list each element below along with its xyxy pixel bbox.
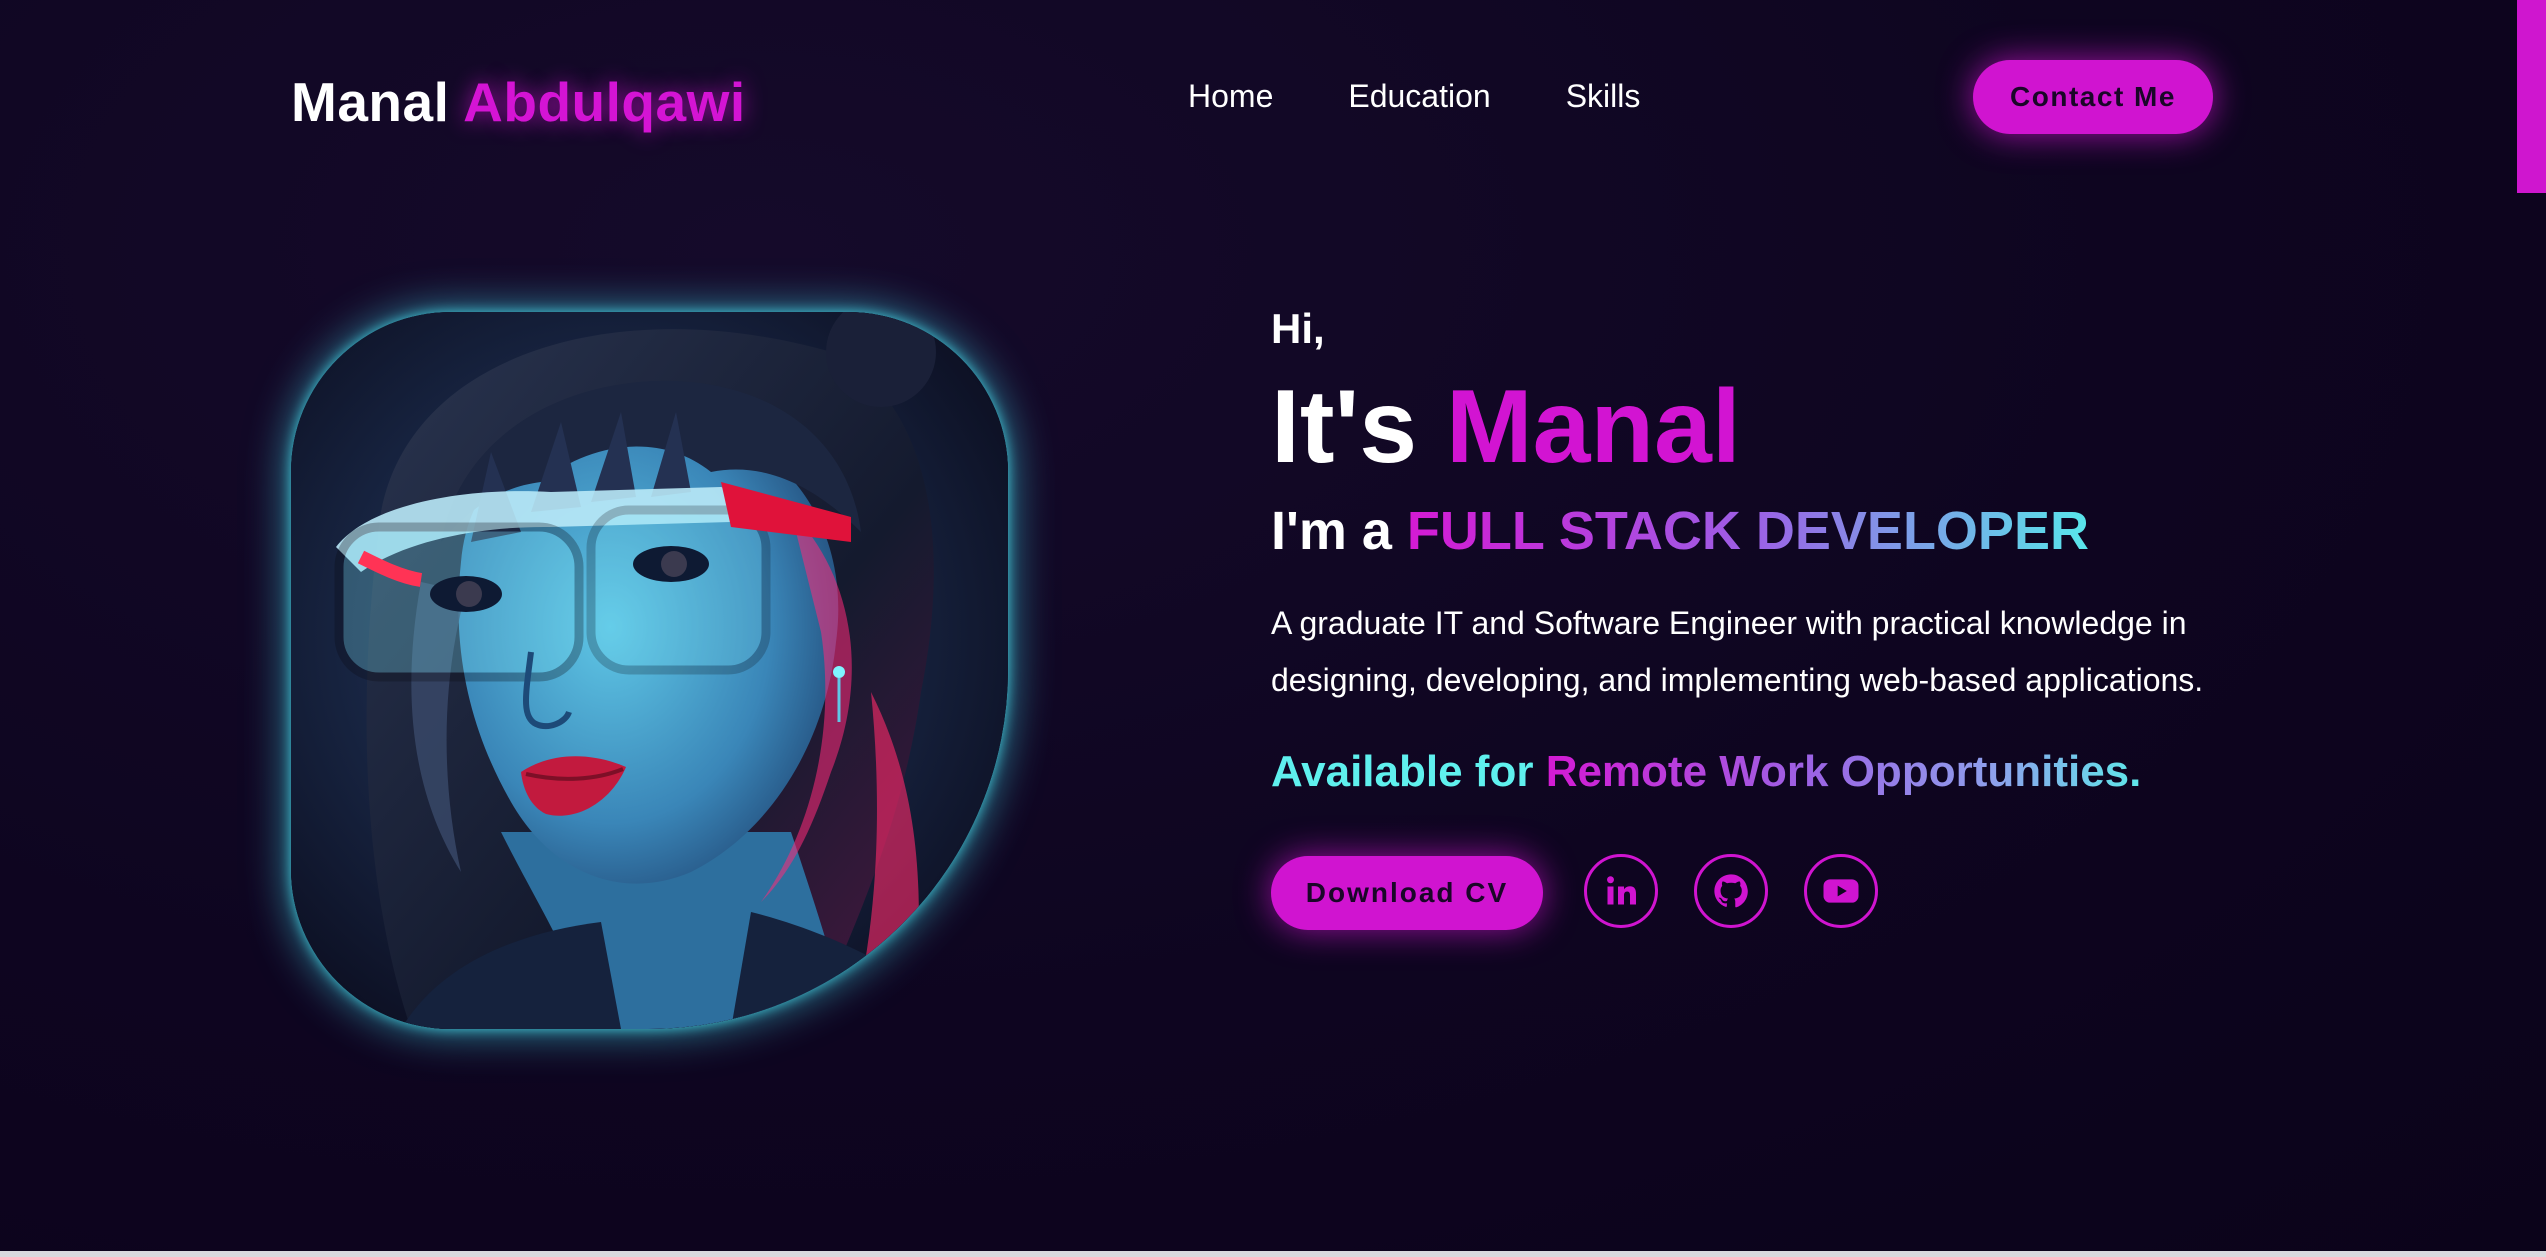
contact-me-button[interactable]: Contact Me: [1973, 60, 2213, 134]
hero-role-title: FULL STACK DEVELOPER: [1406, 501, 2089, 561]
nav-skills[interactable]: Skills: [1566, 78, 1641, 115]
logo-last-name: Abdulqawi: [463, 71, 746, 133]
site-logo[interactable]: Manal Abdulqawi: [291, 70, 746, 134]
hero-role-prefix: I'm a: [1271, 501, 1392, 561]
site-header: Manal Abdulqawi Home Education Skills Co…: [0, 0, 2546, 195]
portrait-illustration: [291, 312, 1008, 1029]
youtube-link[interactable]: [1804, 854, 1878, 928]
scroll-indicator[interactable]: [2517, 0, 2546, 193]
availability-prefix: Available for: [1271, 747, 1534, 796]
logo-first-name: Manal: [291, 71, 450, 133]
nav-home[interactable]: Home: [1188, 78, 1273, 115]
main-nav: Home Education Skills: [1188, 78, 1640, 115]
profile-portrait: [291, 312, 1008, 1029]
github-icon: [1714, 874, 1748, 908]
hero-intro-prefix: It's: [1271, 369, 1418, 485]
hero-description: A graduate IT and Software Engineer with…: [1271, 605, 2204, 698]
hero-intro-name: Manal: [1446, 369, 1741, 485]
hero-intro: It's Manal: [1271, 370, 1741, 484]
github-link[interactable]: [1694, 854, 1768, 928]
availability-text: Available for Remote Work Opportunities.: [1271, 747, 2141, 797]
hero-greeting: Hi,: [1271, 305, 1325, 352]
page-bottom-border: [0, 1251, 2546, 1257]
youtube-icon: [1823, 879, 1859, 903]
linkedin-icon: [1607, 876, 1636, 905]
download-cv-button[interactable]: Download CV: [1271, 856, 1543, 930]
hero-role: I'm a FULL STACK DEVELOPER: [1271, 500, 2089, 562]
nav-education[interactable]: Education: [1348, 78, 1490, 115]
page: Manal Abdulqawi Home Education Skills Co…: [0, 0, 2546, 1257]
availability-rest: Remote Work Opportunities.: [1545, 747, 2142, 796]
linkedin-link[interactable]: [1584, 854, 1658, 928]
